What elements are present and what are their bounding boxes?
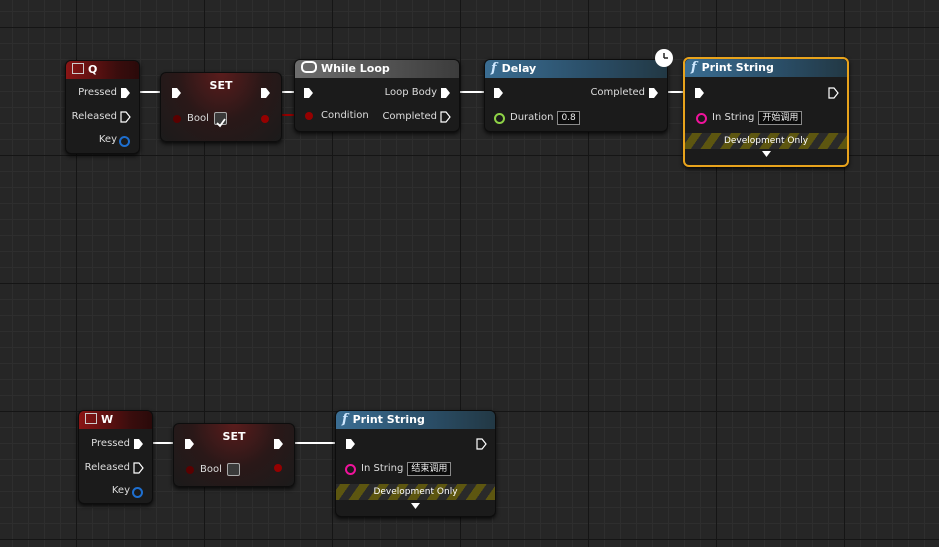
- pressed-label: Pressed: [91, 438, 130, 449]
- exec-in-pin[interactable]: [345, 438, 356, 450]
- function-icon: f: [691, 60, 697, 75]
- in-string-row: In String 结束调用: [361, 462, 452, 476]
- pressed-exec-pin[interactable]: [120, 87, 131, 99]
- released-exec-pin[interactable]: [133, 462, 144, 474]
- while-loop-icon: [301, 61, 317, 73]
- exec-in-pin[interactable]: [171, 87, 182, 99]
- node-title: W: [101, 413, 114, 426]
- bool-output-pin[interactable]: [261, 115, 269, 123]
- exec-in-pin[interactable]: [493, 87, 504, 99]
- chevron-down-icon[interactable]: [762, 151, 771, 157]
- node-title: Q: [88, 63, 98, 76]
- completed-exec-pin[interactable]: [648, 87, 659, 99]
- node-title: Delay: [501, 62, 537, 75]
- duration-input[interactable]: 0.8: [557, 111, 580, 125]
- node-title: Print String: [701, 61, 774, 74]
- bool-input-pin[interactable]: [186, 466, 194, 474]
- released-label: Released: [71, 111, 117, 122]
- in-string-pin[interactable]: [345, 464, 356, 475]
- key-label: Key: [111, 485, 130, 496]
- exec-out-pin[interactable]: [260, 87, 271, 99]
- in-string-label: In String: [712, 112, 755, 123]
- development-only-banner: Development Only: [336, 484, 495, 500]
- clock-icon: [655, 49, 673, 67]
- while-loop-node[interactable]: While Loop Loop Body Condition Completed: [294, 59, 460, 132]
- duration-label: Duration: [510, 112, 554, 123]
- exec-out-pin[interactable]: [476, 438, 487, 450]
- print-string-end-node[interactable]: f Print String In String 结束调用 Development …: [335, 410, 496, 517]
- print-string-start-node[interactable]: f Print String In String 开始调用 Development …: [683, 57, 849, 167]
- in-string-row: In String 开始调用: [712, 111, 803, 125]
- q-key-event-node[interactable]: Q Pressed Released Key: [65, 60, 140, 154]
- bool-input-pin[interactable]: [173, 115, 181, 123]
- exec-out-pin[interactable]: [273, 438, 284, 450]
- key-label: Key: [98, 134, 117, 145]
- loop-body-label: Loop Body: [384, 87, 437, 98]
- completed-exec-pin[interactable]: [440, 111, 451, 123]
- node-header: While Loop: [295, 60, 459, 78]
- delay-node[interactable]: f Delay Completed Duration 0.8: [484, 59, 668, 132]
- exec-in-pin[interactable]: [303, 87, 314, 99]
- exec-out-pin[interactable]: [828, 87, 839, 99]
- exec-in-pin[interactable]: [184, 438, 195, 450]
- function-icon: f: [342, 412, 348, 427]
- duration-float-pin[interactable]: [494, 113, 505, 124]
- node-header: f Print String: [336, 411, 495, 429]
- completed-label: Completed: [590, 87, 645, 98]
- in-string-label: In String: [361, 463, 404, 474]
- keyboard-event-icon: [72, 63, 84, 74]
- in-string-pin[interactable]: [696, 113, 707, 124]
- exec-in-pin[interactable]: [694, 87, 705, 99]
- keyboard-event-icon: [85, 413, 97, 424]
- bool-output-pin[interactable]: [274, 464, 282, 472]
- in-string-input[interactable]: 结束调用: [407, 462, 452, 476]
- node-header: W: [79, 411, 152, 429]
- condition-label: Condition: [321, 110, 369, 121]
- pressed-label: Pressed: [78, 87, 117, 98]
- key-struct-pin[interactable]: [132, 487, 143, 498]
- loop-body-exec-pin[interactable]: [440, 87, 451, 99]
- bool-checkbox[interactable]: [227, 463, 240, 476]
- node-header: f Delay: [485, 60, 667, 78]
- released-label: Released: [84, 462, 130, 473]
- condition-bool-pin[interactable]: [305, 112, 313, 120]
- node-title: While Loop: [321, 62, 390, 75]
- clock-hands: [663, 53, 668, 59]
- duration-row: Duration 0.8: [510, 111, 580, 125]
- node-title: Print String: [352, 413, 425, 426]
- in-string-input[interactable]: 开始调用: [758, 111, 803, 125]
- development-only-banner: Development Only: [685, 133, 847, 149]
- w-key-event-node[interactable]: W Pressed Released Key: [78, 410, 153, 504]
- set-bool-true-node[interactable]: SET Bool: [160, 72, 282, 142]
- node-header: f Print String: [685, 59, 847, 77]
- bool-checkbox[interactable]: [214, 112, 227, 128]
- key-struct-pin[interactable]: [119, 136, 130, 147]
- completed-label: Completed: [382, 111, 437, 122]
- set-bool-false-node[interactable]: SET Bool: [173, 423, 295, 487]
- var-label: Bool: [200, 464, 222, 475]
- released-exec-pin[interactable]: [120, 111, 131, 123]
- checkmark-icon: [216, 118, 226, 128]
- var-label: Bool: [187, 113, 209, 124]
- function-icon: f: [491, 61, 497, 76]
- pressed-exec-pin[interactable]: [133, 438, 144, 450]
- chevron-down-icon[interactable]: [411, 503, 420, 509]
- node-header: Q: [66, 61, 139, 79]
